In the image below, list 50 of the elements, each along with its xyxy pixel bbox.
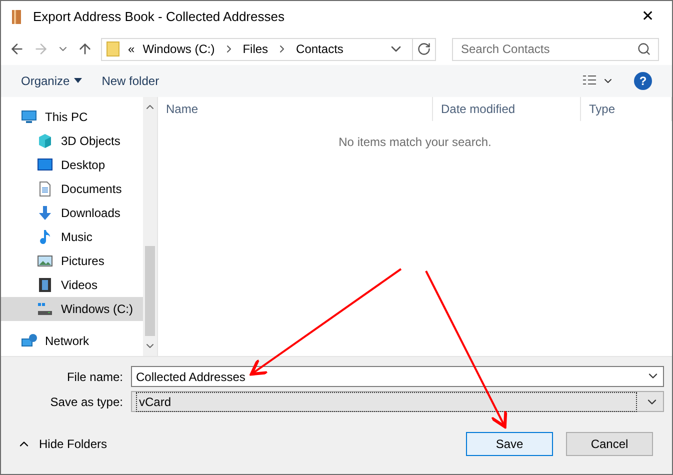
column-header[interactable]: Type [581, 97, 672, 121]
scrollbar-thumb[interactable] [145, 246, 155, 336]
picture-icon [37, 253, 53, 269]
empty-message: No items match your search. [338, 134, 492, 151]
column-header[interactable]: Name [158, 97, 433, 121]
organize-menu[interactable]: Organize [21, 72, 82, 90]
path-segment[interactable]: Windows (C:) [142, 40, 215, 58]
caret-icon [74, 78, 82, 84]
hide-folders-button[interactable]: Hide Folders [9, 435, 108, 453]
sidebar-item[interactable]: Music [1, 225, 143, 249]
file-name-field[interactable]: Collected Addresses [131, 366, 664, 387]
up-icon[interactable] [77, 41, 93, 57]
sidebar-item[interactable]: Pictures [1, 249, 143, 273]
music-note-icon [37, 229, 53, 245]
document-icon [37, 181, 53, 197]
back-icon[interactable] [9, 41, 25, 57]
desktop-icon [37, 157, 53, 173]
sidebar-item[interactable]: Downloads [1, 201, 143, 225]
search-icon [637, 42, 651, 56]
sidebar-item[interactable]: Desktop [1, 153, 143, 177]
path-segment[interactable]: Files [242, 40, 268, 58]
scrollbar[interactable] [143, 97, 157, 356]
sidebar-item[interactable]: 3D Objects [1, 129, 143, 153]
path-segment[interactable]: Contacts [296, 40, 344, 58]
sidebar-item[interactable]: Videos [1, 273, 143, 297]
sidebar-item[interactable]: Documents [1, 177, 143, 201]
network-icon [21, 333, 37, 349]
address-bar[interactable]: « Windows (C:) Files Contacts [101, 38, 436, 60]
computer-icon [21, 109, 37, 125]
folder-icon [106, 41, 120, 57]
field-label: Save as type: [49, 394, 124, 410]
download-icon [37, 205, 53, 221]
search-field[interactable]: Search Contacts [452, 38, 659, 60]
film-icon [37, 277, 53, 293]
dialog-button[interactable]: Save [466, 432, 553, 456]
sidebar-item[interactable]: Windows (C:) [1, 297, 143, 321]
new-folder-button[interactable]: New folder [102, 72, 160, 90]
column-header[interactable]: Date modified [433, 97, 581, 121]
type-dropdown[interactable]: vCard [131, 391, 664, 412]
sidebar-item[interactable]: This PC [1, 105, 143, 129]
sidebar-item[interactable]: Network [1, 329, 143, 353]
path-prefix: « [128, 41, 135, 58]
dialog-button[interactable]: Cancel [566, 432, 653, 456]
help-button[interactable]: ? [634, 72, 652, 90]
window-title: Export Address Book - Collected Addresses [33, 8, 286, 26]
field-label: File name: [66, 368, 124, 386]
drive-icon [37, 301, 53, 317]
refresh-icon[interactable] [417, 42, 431, 56]
close-button[interactable]: ✕ [632, 5, 664, 29]
cube-icon [37, 133, 53, 149]
